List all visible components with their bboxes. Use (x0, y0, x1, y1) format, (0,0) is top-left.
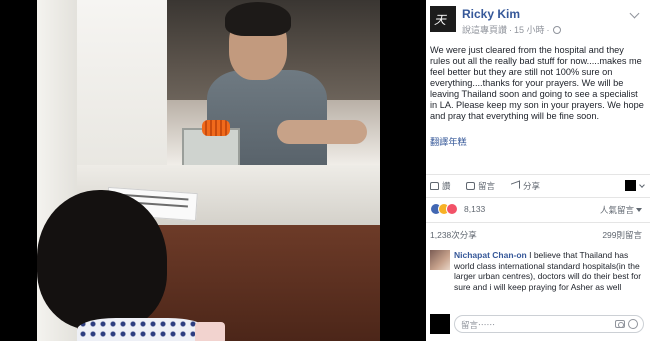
commenter-name[interactable]: Nichapat Chan-on (454, 250, 527, 260)
globe-icon (552, 26, 561, 34)
share-button[interactable]: 分享 (511, 180, 540, 192)
smiley-icon[interactable] (628, 319, 638, 329)
love-reaction-icon (446, 203, 458, 215)
post-header: 天 Ricky Kim 說這專頁讚 · 15 小時 · (426, 0, 650, 38)
author-name[interactable]: Ricky Kim (462, 7, 520, 21)
chevron-down-icon[interactable] (629, 8, 640, 19)
photo-tissue-box (182, 120, 240, 168)
divider (426, 174, 650, 175)
meta-prefix: 說這專頁讚 (462, 25, 508, 35)
translate-link[interactable]: 翻譯年糕 (430, 134, 467, 148)
comment-count[interactable]: 299則留言 (602, 229, 642, 241)
commenter-avatar[interactable] (430, 250, 450, 270)
divider (426, 222, 650, 223)
post-photo[interactable] (37, 0, 380, 341)
like-button[interactable]: 讚 (430, 180, 451, 192)
post-meta: 說這專頁讚 · 15 小時 · (462, 23, 561, 36)
photo-child-head (37, 190, 167, 330)
share-icon (511, 180, 520, 192)
viewer-avatar[interactable] (625, 180, 636, 191)
share-count[interactable]: 1,238次分享 (430, 229, 477, 241)
post-panel: 天 Ricky Kim 說這專頁讚 · 15 小時 · We were just cl… (426, 0, 650, 341)
caret-down-icon (636, 208, 642, 212)
comment-composer: 留言⋯⋯ (430, 314, 646, 336)
post-body-text: We were just cleared from the hospital a… (430, 45, 644, 121)
comment-sort-dropdown[interactable]: 人氣留言 (600, 204, 642, 216)
comment-button[interactable]: 留言 (466, 180, 495, 192)
action-bar: 讚 留言 分享 (426, 178, 650, 196)
divider (426, 197, 650, 198)
viewer-avatar (430, 314, 450, 334)
camera-icon[interactable] (615, 320, 625, 328)
photo-child-shirt (77, 318, 207, 341)
thumbs-up-icon (430, 182, 439, 190)
reaction-count: 8,133 (464, 204, 486, 214)
author-avatar[interactable]: 天 (430, 6, 456, 32)
comment-input[interactable]: 留言⋯⋯ (454, 315, 644, 333)
comment-icon (466, 182, 475, 190)
post-timestamp[interactable]: 15 小時 (514, 25, 545, 35)
